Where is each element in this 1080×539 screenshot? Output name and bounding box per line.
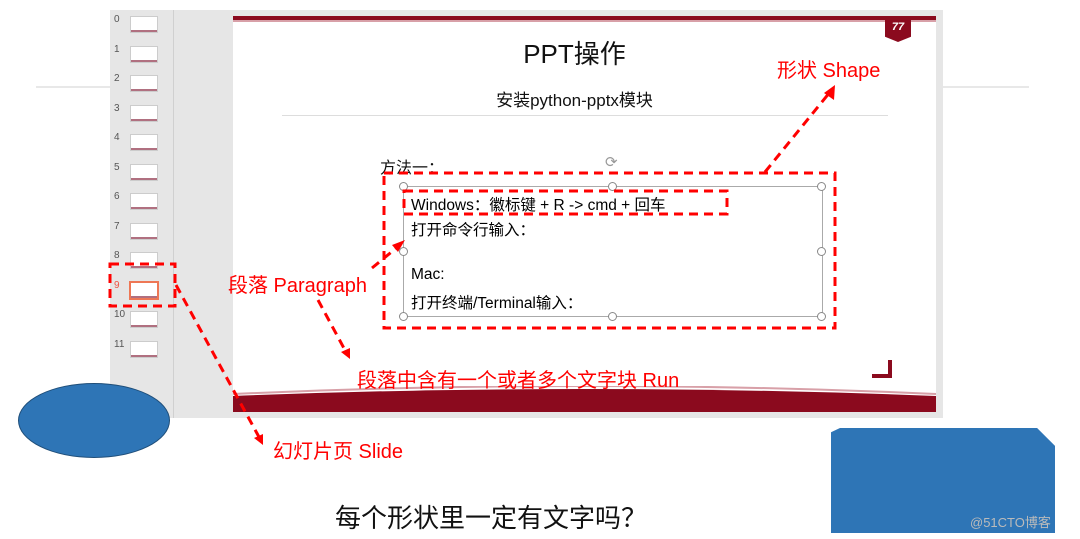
slide-thumbnail[interactable]: 11 <box>110 339 173 365</box>
slide-number: 11 <box>114 338 125 350</box>
annotation-paragraph: 段落 Paragraph <box>228 275 367 297</box>
resize-handle[interactable] <box>817 247 826 256</box>
slide-thumbnail-image[interactable] <box>130 16 158 33</box>
slide-number: 8 <box>114 250 120 261</box>
slide-thumbnail-image[interactable] <box>130 134 158 151</box>
slide-thumbnail-image[interactable] <box>130 222 158 240</box>
resize-handle[interactable] <box>399 182 408 191</box>
slide-thumbnail[interactable]: 4 <box>110 132 173 158</box>
slide-number: 10 <box>114 309 126 320</box>
annotation-shape: 形状 Shape <box>777 60 881 82</box>
resize-handle[interactable] <box>817 312 826 321</box>
slide-thumbnail[interactable]: 9 <box>110 280 173 306</box>
slide-number: 7 <box>114 220 120 232</box>
divider-right <box>943 86 1029 88</box>
slide-number: 5 <box>114 161 120 173</box>
slide-number: 0 <box>114 14 120 25</box>
subtitle-underline <box>282 115 888 116</box>
slide-number: 3 <box>114 102 120 114</box>
resize-handle[interactable] <box>608 312 617 321</box>
slide-subtitle[interactable]: 安装python-pptx模块 <box>233 86 916 111</box>
slide-arrowhead <box>254 434 263 445</box>
slide-thumbnail[interactable]: 2 <box>110 73 173 99</box>
slide-thumbnail-image[interactable] <box>130 252 158 269</box>
paragraph-1: Windows：徽标键 + R -> cmd + 回车 <box>411 197 666 214</box>
slide-thumbnail[interactable]: 8 <box>110 250 173 276</box>
resize-handle[interactable] <box>817 182 826 191</box>
slide-thumbnail-image[interactable] <box>130 193 158 210</box>
slide-number: 4 <box>114 132 120 143</box>
rotate-handle-icon[interactable]: ⟳ <box>605 153 618 171</box>
ellipse-shape[interactable] <box>18 383 170 458</box>
resize-handle[interactable] <box>399 247 408 256</box>
paragraph-2: 打开命令行输入： <box>411 222 536 239</box>
thumbnail-list: 0 1 2 3 4 5 6 7 8 9 10 11 <box>110 14 173 358</box>
slide-thumbnail[interactable]: 7 <box>110 221 173 247</box>
slide-thumbnail-image[interactable] <box>130 163 158 181</box>
slide-thumbnail-image[interactable] <box>130 311 158 328</box>
method-label[interactable]: 方法一： <box>380 154 444 178</box>
slide-thumbnail-image[interactable] <box>129 280 159 300</box>
slide-number: 6 <box>114 191 120 202</box>
slide-top-bar-accent <box>233 20 936 22</box>
annotation-run: 段落中含有一个或者多个文字块 Run <box>357 370 680 392</box>
slide-thumbnail[interactable]: 5 <box>110 162 173 188</box>
resize-handle[interactable] <box>399 312 408 321</box>
slide-thumbnail-image[interactable] <box>130 45 158 63</box>
paragraph-5: 打开终端/Terminal输入： <box>411 295 583 312</box>
corner-mark <box>872 360 892 378</box>
text-box[interactable]: Windows：徽标键 + R -> cmd + 回车 打开命令行输入： Mac… <box>399 154 826 321</box>
resize-handle[interactable] <box>608 182 617 191</box>
slide-thumbnail[interactable]: 6 <box>110 191 173 217</box>
paragraph-4: Mac: <box>411 266 445 283</box>
slide-thumbnail[interactable]: 1 <box>110 44 173 70</box>
slide-thumbnail-image[interactable] <box>130 75 158 92</box>
divider-left <box>36 86 110 88</box>
slide-thumbnail[interactable]: 3 <box>110 103 173 129</box>
slide-number: 2 <box>114 73 120 84</box>
slide-thumbnail-image[interactable] <box>130 340 158 358</box>
annotation-slide: 幻灯片页 Slide <box>273 441 404 463</box>
question-text: 每个形状里一定有文字吗？ <box>335 503 648 533</box>
slide-thumbnail-image[interactable] <box>130 104 158 122</box>
slide-number: 9 <box>114 279 120 291</box>
slide-thumbnail[interactable]: 10 <box>110 309 173 335</box>
watermark: @51CTO博客 <box>970 515 1051 530</box>
slide-thumbnail[interactable]: 0 <box>110 14 173 40</box>
slide-number: 1 <box>114 43 120 55</box>
